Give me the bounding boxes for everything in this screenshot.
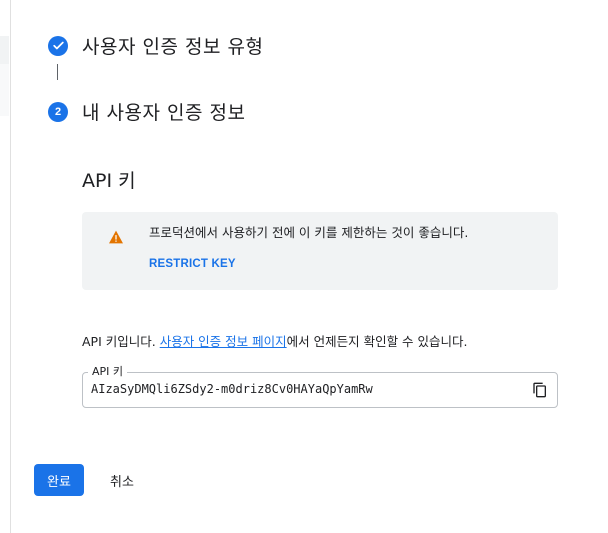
api-key-input[interactable] [91,382,511,396]
step-my-credentials: 2 내 사용자 인증 정보 [48,98,245,125]
step-title: 사용자 인증 정보 유형 [82,36,264,58]
credentials-page-link[interactable]: 사용자 인증 정보 페이지 [160,334,287,349]
section-title: API 키 [82,170,136,192]
copy-button[interactable] [531,381,549,399]
step-number: 2 [54,105,62,118]
warning-text: 프로덕션에서 사용하기 전에 이 키를 제한하는 것이 좋습니다. [149,225,469,240]
api-key-label: API 키 [88,363,128,379]
step-title: 내 사용자 인증 정보 [82,102,246,124]
check-icon [52,41,64,50]
warning-icon [109,230,123,244]
left-rail-segment [0,64,9,116]
left-rail [0,0,11,533]
restrict-key-button[interactable]: RESTRICT KEY [149,258,236,270]
warning-banner: 프로덕션에서 사용하기 전에 이 키를 제한하는 것이 좋습니다. RESTRI… [82,212,558,290]
step-credential-type: 사용자 인증 정보 유형 [48,32,263,59]
api-key-info: API 키입니다. 사용자 인증 정보 페이지에서 언제든지 확인할 수 있습니… [82,331,468,350]
step-connector [57,64,58,80]
step-number-badge: 2 [48,101,68,122]
copy-icon [533,382,546,398]
api-key-field [82,372,558,408]
step-complete-indicator [48,35,68,56]
done-button[interactable]: 완료 [34,464,84,496]
info-suffix: 에서 언제든지 확인할 수 있습니다. [286,334,468,349]
cancel-button[interactable]: 취소 [98,464,146,496]
info-prefix: API 키입니다. [82,334,160,349]
left-rail-segment [0,36,9,64]
